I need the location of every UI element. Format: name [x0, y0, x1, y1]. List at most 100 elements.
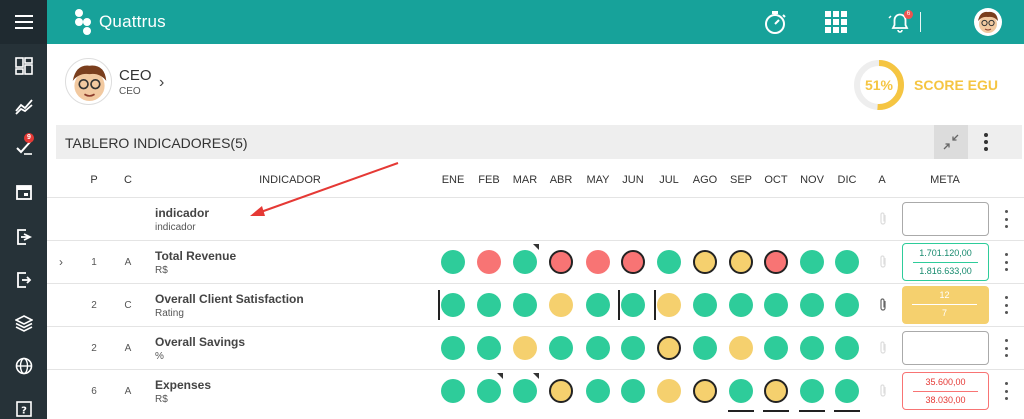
status-circle[interactable]: [621, 293, 645, 317]
meta-input[interactable]: [902, 331, 989, 365]
panel-more-button[interactable]: [978, 131, 994, 153]
logo[interactable]: Quattrus: [73, 8, 166, 36]
status-circle[interactable]: [800, 336, 824, 360]
table-row[interactable]: 2 A Overall Savings%: [47, 326, 1024, 369]
status-circle[interactable]: [800, 293, 824, 317]
meta-value-box[interactable]: 12 7: [902, 286, 989, 324]
indicator-unit: indicador: [155, 222, 196, 233]
logo-icon: [75, 9, 91, 35]
indicator-name[interactable]: Expenses: [155, 378, 211, 392]
status-circle[interactable]: [586, 250, 610, 274]
status-circle[interactable]: [441, 336, 465, 360]
export-icon: [16, 229, 32, 245]
chevron-right-icon[interactable]: ›: [159, 74, 164, 92]
notifications-button[interactable]: 6: [887, 9, 913, 35]
status-circle[interactable]: [764, 293, 788, 317]
profile-header[interactable]: CEO CEO: [65, 58, 152, 105]
status-circle[interactable]: [800, 250, 824, 274]
status-circle[interactable]: [441, 379, 465, 403]
status-circle[interactable]: [693, 293, 717, 317]
status-circle[interactable]: [477, 336, 501, 360]
status-circle[interactable]: [693, 336, 717, 360]
status-circle[interactable]: [693, 250, 717, 274]
status-circle[interactable]: [729, 379, 753, 403]
user-avatar[interactable]: [974, 8, 1002, 36]
status-circle[interactable]: [621, 336, 645, 360]
sidebar-item-calendar[interactable]: [0, 172, 47, 212]
status-circle[interactable]: [764, 379, 788, 403]
status-circle[interactable]: [441, 293, 465, 317]
sidebar-item-exit[interactable]: [0, 260, 47, 300]
row-more-button[interactable]: [1002, 382, 1010, 400]
status-circle[interactable]: [621, 379, 645, 403]
status-circle[interactable]: [477, 250, 501, 274]
table-row[interactable]: indicador indicador: [47, 197, 1024, 240]
paperclip-icon[interactable]: [878, 297, 888, 313]
status-circle[interactable]: [693, 379, 717, 403]
status-circle[interactable]: [657, 293, 681, 317]
status-circle[interactable]: [513, 293, 537, 317]
menu-toggle[interactable]: [0, 0, 47, 44]
status-circle[interactable]: [513, 336, 537, 360]
row-more-button[interactable]: [1002, 296, 1010, 314]
paperclip-icon[interactable]: [878, 211, 888, 227]
meta-divider: [913, 262, 978, 263]
status-circle[interactable]: [549, 379, 573, 403]
sidebar-item-globe[interactable]: [0, 346, 47, 386]
table-row[interactable]: 6 A Expenses R$ 35.600,00 38.030,00: [47, 369, 1024, 412]
row-more-button[interactable]: [1002, 210, 1010, 228]
status-circle[interactable]: [657, 336, 681, 360]
paperclip-icon[interactable]: [878, 254, 888, 270]
sidebar-item-layers[interactable]: [0, 303, 47, 343]
status-circle[interactable]: [657, 250, 681, 274]
paperclip-icon[interactable]: [878, 383, 888, 399]
status-circle[interactable]: [549, 336, 573, 360]
meta-actual: 7: [941, 308, 947, 318]
status-circle[interactable]: [549, 293, 573, 317]
meta-value-box[interactable]: 1.701.120,00 1.816.633,00: [902, 243, 989, 281]
status-circle[interactable]: [729, 293, 753, 317]
expand-row-button[interactable]: ›: [59, 255, 63, 269]
status-circle[interactable]: [800, 379, 824, 403]
indicator-name[interactable]: Overall Client Satisfaction: [155, 292, 304, 306]
row-more-button[interactable]: [1002, 339, 1010, 357]
indicator-name[interactable]: indicador: [155, 206, 209, 220]
status-circle[interactable]: [835, 379, 859, 403]
sidebar-item-trend[interactable]: [0, 86, 47, 126]
apps-grid-icon: [825, 11, 847, 33]
sidebar-item-help[interactable]: ?: [0, 389, 47, 419]
sidebar-item-export[interactable]: [0, 217, 47, 257]
status-circle[interactable]: [513, 250, 537, 274]
status-circle[interactable]: [764, 336, 788, 360]
status-circle[interactable]: [729, 336, 753, 360]
indicator-name[interactable]: Total Revenue: [155, 249, 236, 263]
table-row[interactable]: › 1 A Total Revenue R$ 1.701.120,00 1.816.633,…: [47, 240, 1024, 283]
timer-button[interactable]: [762, 9, 788, 35]
indicator-name[interactable]: Overall Savings: [155, 335, 245, 349]
status-circle[interactable]: [835, 293, 859, 317]
status-circle[interactable]: [835, 336, 859, 360]
status-circle[interactable]: [477, 379, 501, 403]
status-circle[interactable]: [657, 379, 681, 403]
status-circle[interactable]: [477, 293, 501, 317]
apps-button[interactable]: [823, 9, 849, 35]
status-circle[interactable]: [549, 250, 573, 274]
collapse-button[interactable]: [934, 125, 968, 159]
status-circle[interactable]: [621, 250, 645, 274]
sidebar-item-dashboard[interactable]: [0, 46, 47, 86]
status-circle[interactable]: [835, 250, 859, 274]
paperclip-icon[interactable]: [878, 340, 888, 356]
status-circle[interactable]: [586, 379, 610, 403]
status-circle[interactable]: [513, 379, 537, 403]
row-more-button[interactable]: [1002, 253, 1010, 271]
meta-input[interactable]: [902, 202, 989, 236]
sidebar-item-tasks[interactable]: 9: [0, 127, 47, 167]
status-circle[interactable]: [764, 250, 788, 274]
table-row[interactable]: 2 C Overall Client Satisfaction Rating 12 7: [47, 283, 1024, 326]
status-circle[interactable]: [441, 250, 465, 274]
dashboard-icon: [14, 57, 33, 75]
status-circle[interactable]: [586, 336, 610, 360]
meta-value-box[interactable]: 35.600,00 38.030,00: [902, 372, 989, 410]
status-circle[interactable]: [729, 250, 753, 274]
status-circle[interactable]: [586, 293, 610, 317]
